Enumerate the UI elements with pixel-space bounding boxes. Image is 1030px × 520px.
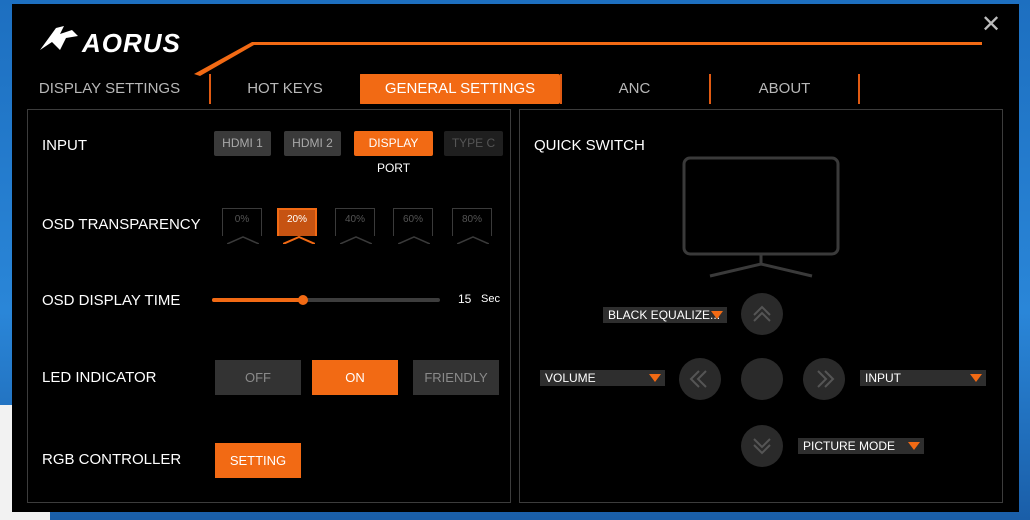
input-typec-button[interactable]: TYPE C [444,131,503,156]
eagle-logo-icon [40,26,78,50]
osd-transparency-label: OSD TRANSPARENCY [42,216,201,233]
dropdown-value: BLACK EQUALIZE... [608,308,721,322]
dropdown-value: PICTURE MODE [803,439,896,453]
transparency-value: 0% [234,214,250,225]
dropdown-value: VOLUME [545,371,596,385]
transparency-value: 60% [402,214,423,225]
monitor-stand-icon [283,236,315,244]
tab-separator [858,74,860,104]
rgb-controller-label: RGB CONTROLLER [42,451,182,468]
chevron-right-icon[interactable] [803,358,845,400]
transparency-value: 20% [286,214,307,225]
dropdown-caret-icon [649,374,661,382]
quick-switch-down-dropdown[interactable]: PICTURE MODE [798,438,924,454]
aorus-app-window: AORUS ✕ DISPLAY SETTINGS HOT KEYS GENERA… [12,4,1019,512]
led-indicator-label: LED INDICATOR [42,369,157,386]
transparency-20-option[interactable]: 20% [277,208,317,244]
transparency-value: 40% [344,214,365,225]
input-hdmi1-button[interactable]: HDMI 1 [214,131,271,156]
tab-about[interactable]: ABOUT [722,74,847,104]
led-friendly-button[interactable]: FRIENDLY [413,360,499,395]
tab-hot-keys[interactable]: HOT KEYS [220,74,350,104]
center-button[interactable] [741,358,783,400]
input-displayport-button[interactable]: DISPLAY PORT [354,131,433,175]
dropdown-caret-icon [970,374,982,382]
transparency-value: 80% [461,214,482,225]
tab-separator [209,74,211,104]
dropdown-value: INPUT [865,371,901,385]
osd-time-slider-fill [212,298,304,302]
tab-separator [560,74,562,104]
osd-time-value: 15 [458,292,472,306]
input-label: INPUT [42,137,87,154]
close-icon[interactable]: ✕ [978,12,1004,38]
transparency-80-option[interactable]: 80% [452,208,492,244]
quick-switch-left-dropdown[interactable]: VOLUME [540,370,665,386]
transparency-40-option[interactable]: 40% [335,208,375,244]
dropdown-caret-icon [908,442,920,450]
dropdown-caret-icon [711,311,723,319]
brand-name: AORUS [82,28,181,58]
monitor-stand-icon [398,236,430,244]
transparency-60-option[interactable]: 60% [393,208,433,244]
led-off-button[interactable]: OFF [215,360,301,395]
chevron-up-icon[interactable] [741,293,783,335]
monitor-stand-icon [340,236,372,244]
led-on-button[interactable]: ON [312,360,398,395]
rgb-setting-button[interactable]: SETTING [215,443,301,478]
aorus-logo: AORUS [38,22,188,58]
quick-switch-right-dropdown[interactable]: INPUT [860,370,986,386]
monitor-stand-icon [457,236,489,244]
osd-time-unit: Sec [481,293,500,305]
tab-display-settings[interactable]: DISPLAY SETTINGS [27,74,192,104]
quick-switch-up-dropdown[interactable]: BLACK EQUALIZE... [603,307,727,323]
transparency-0-option[interactable]: 0% [222,208,262,244]
chevron-down-icon[interactable] [741,425,783,467]
input-hdmi2-button[interactable]: HDMI 2 [284,131,341,156]
monitor-stand-icon [227,236,259,244]
tab-separator [709,74,711,104]
quick-switch-title: QUICK SWITCH [534,137,645,154]
osd-display-time-label: OSD DISPLAY TIME [42,292,181,309]
tab-anc[interactable]: ANC [572,74,697,104]
tab-general-settings[interactable]: GENERAL SETTINGS [360,74,560,104]
monitor-icon [682,156,840,278]
chevron-left-icon[interactable] [679,358,721,400]
